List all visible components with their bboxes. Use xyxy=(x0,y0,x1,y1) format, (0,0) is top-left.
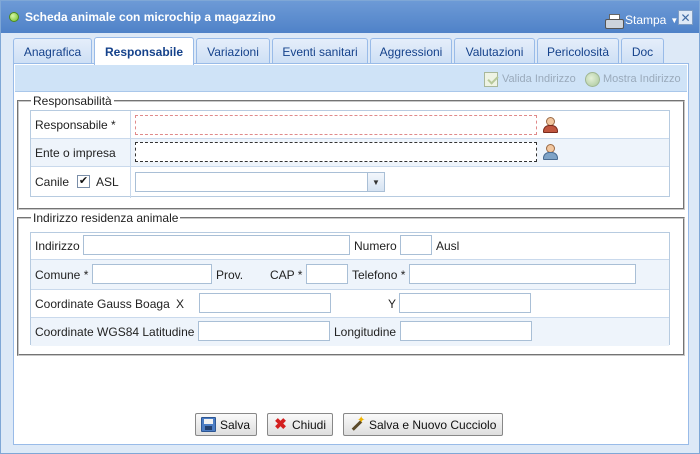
salva-label: Salva xyxy=(220,417,251,432)
gauss-boaga-row: Coordinate Gauss Boaga X Y xyxy=(31,290,669,318)
select-person-icon[interactable] xyxy=(542,116,558,133)
tab-aggressioni[interactable]: Aggressioni xyxy=(370,38,452,64)
longitudine-label: Longitudine xyxy=(334,325,397,339)
asl-select[interactable]: ▼ xyxy=(135,172,385,192)
wgs84-row: Coordinate WGS84 Latitudine Longitudine xyxy=(31,318,669,346)
asl-label: ASL xyxy=(96,175,119,189)
indirizzo-input[interactable] xyxy=(83,235,350,255)
prov-label: Prov. xyxy=(216,268,244,282)
latitudine-input[interactable] xyxy=(198,321,330,341)
cap-label: CAP * xyxy=(270,268,303,282)
numero-label: Numero xyxy=(354,239,397,253)
x-label: X xyxy=(176,297,185,311)
wgs84-latitudine-label: Coordinate WGS84 Latitudine xyxy=(35,325,195,339)
responsabile-label: Responsabile * xyxy=(35,118,116,132)
printer-icon xyxy=(605,13,624,29)
canile-checkbox[interactable]: ✔ xyxy=(77,175,90,188)
ausl-label: Ausl xyxy=(436,239,460,253)
canile-label: Canile xyxy=(35,175,70,189)
indirizzo-row: Indirizzo Numero Ausl xyxy=(31,233,669,260)
indirizzo-label: Indirizzo xyxy=(35,239,80,253)
comune-row: Comune * Prov. CAP * Telefono * xyxy=(31,260,669,290)
close-icon: ✖ xyxy=(274,416,287,433)
tab-responsabile[interactable]: Responsabile xyxy=(94,37,194,65)
gauss-boaga-label: Coordinate Gauss Boaga xyxy=(35,297,170,311)
ente-impresa-input[interactable] xyxy=(135,142,537,162)
status-dot-icon xyxy=(9,12,19,22)
ente-label: Ente o impresa xyxy=(35,146,116,160)
indirizzo-legend: Indirizzo residenza animale xyxy=(33,211,179,225)
tab-anagrafica[interactable]: Anagrafica xyxy=(13,38,92,64)
show-address-globe-icon xyxy=(584,71,600,87)
salva-nuovo-label: Salva e Nuovo Cucciolo xyxy=(369,417,497,432)
validate-address-icon xyxy=(483,71,499,87)
gauss-y-input[interactable] xyxy=(399,293,531,313)
y-label: Y xyxy=(388,297,397,311)
window-title: Scheda animale con microchip a magazzino xyxy=(25,10,276,24)
address-toolbar: Valida Indirizzo Mostra Indirizzo xyxy=(15,65,687,92)
cap-input[interactable] xyxy=(306,264,348,284)
magic-wand-icon xyxy=(349,415,365,433)
close-window-button[interactable]: ✕ xyxy=(678,10,693,25)
responsabile-input[interactable] xyxy=(135,115,537,135)
responsabile-row: Responsabile * xyxy=(31,111,669,139)
telefono-label: Telefono * xyxy=(352,268,406,282)
comune-input[interactable] xyxy=(92,264,212,284)
valida-indirizzo-button[interactable]: Valida Indirizzo xyxy=(483,71,576,87)
gauss-x-input[interactable] xyxy=(199,293,331,313)
numero-input[interactable] xyxy=(400,235,432,255)
telefono-input[interactable] xyxy=(409,264,636,284)
mostra-indirizzo-button[interactable]: Mostra Indirizzo xyxy=(584,71,681,87)
ente-row: Ente o impresa xyxy=(31,139,669,167)
tab-eventi-sanitari[interactable]: Eventi sanitari xyxy=(272,38,368,64)
canile-row: Canile ✔ ASL ▼ xyxy=(31,167,669,197)
tab-doc[interactable]: Doc xyxy=(621,38,664,64)
mostra-indirizzo-label: Mostra Indirizzo xyxy=(603,73,681,85)
title-bar[interactable]: Scheda animale con microchip a magazzino… xyxy=(1,1,699,33)
longitudine-input[interactable] xyxy=(400,321,532,341)
indirizzo-form: Indirizzo Numero Ausl Comune * Prov. CAP… xyxy=(30,232,670,346)
stampa-menu-button[interactable]: Stampa ▼ xyxy=(605,12,678,29)
tab-valutazioni[interactable]: Valutazioni xyxy=(454,38,535,64)
dialog-window: Scheda animale con microchip a magazzino… xyxy=(0,0,700,454)
comune-label: Comune * xyxy=(35,268,89,282)
tab-pericolosita[interactable]: Pericolosità xyxy=(537,38,619,64)
stampa-label: Stampa xyxy=(625,13,667,27)
chiudi-button[interactable]: ✖ Chiudi xyxy=(267,413,334,436)
save-icon xyxy=(201,417,216,432)
salva-nuovo-cucciolo-button[interactable]: Salva e Nuovo Cucciolo xyxy=(343,413,504,436)
label-column-divider xyxy=(130,111,131,198)
tab-panel-responsabile: Valida Indirizzo Mostra Indirizzo Respon… xyxy=(13,63,689,445)
valida-indirizzo-label: Valida Indirizzo xyxy=(502,73,576,85)
chevron-down-icon[interactable]: ▼ xyxy=(367,173,384,191)
responsabilita-form: Responsabile * Ente o impresa Canile ✔ A… xyxy=(30,110,670,198)
tab-variazioni[interactable]: Variazioni xyxy=(196,38,270,64)
select-company-icon[interactable] xyxy=(542,143,558,160)
responsabilita-legend: Responsabilità xyxy=(33,94,112,108)
chiudi-label: Chiudi xyxy=(292,417,327,432)
salva-button[interactable]: Salva xyxy=(195,413,258,436)
